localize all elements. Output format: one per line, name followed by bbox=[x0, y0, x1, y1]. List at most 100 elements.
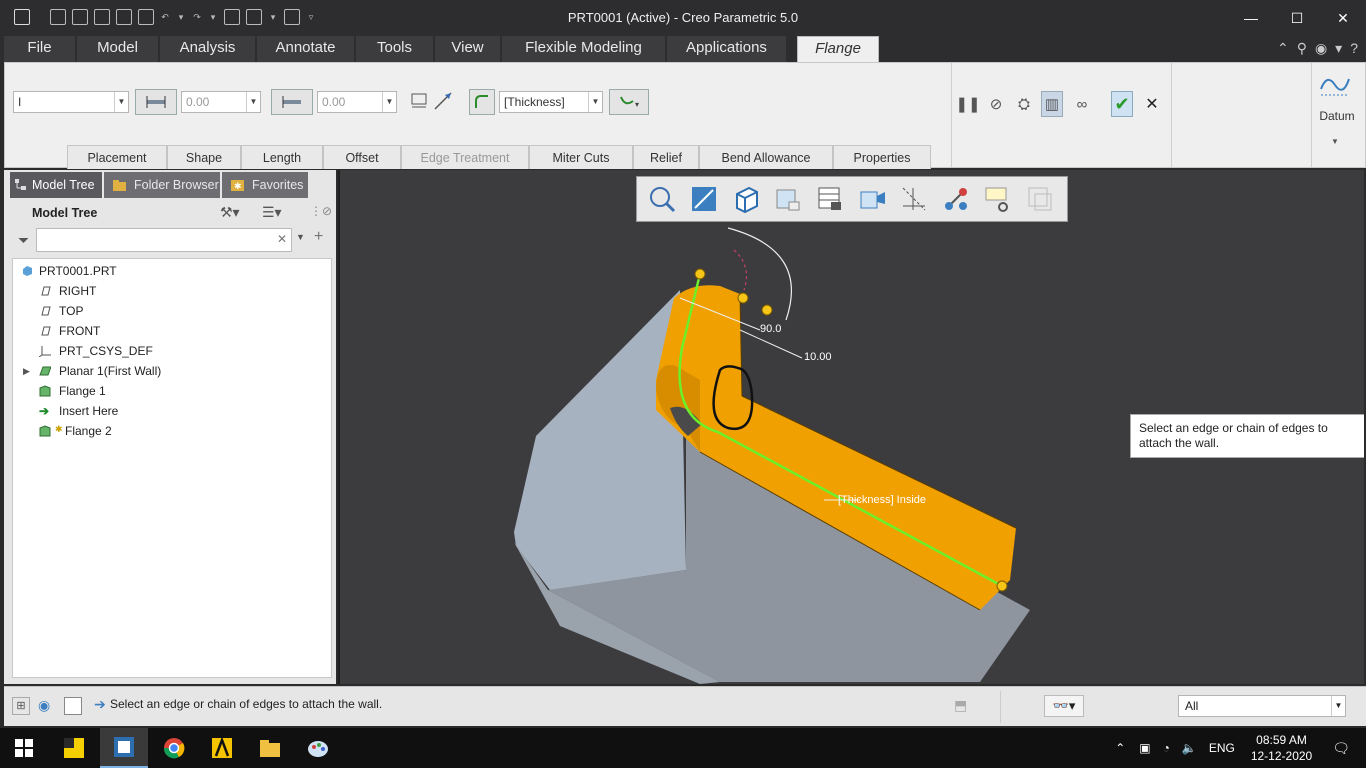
spin-center-button[interactable] bbox=[937, 180, 975, 218]
dim-angle[interactable]: 90.0 bbox=[760, 323, 781, 335]
settings-tools-icon[interactable]: ⚒▾ bbox=[220, 204, 240, 221]
notifications-icon[interactable]: 🗨 bbox=[1332, 740, 1350, 757]
filter-icon[interactable]: ⏷ bbox=[18, 232, 29, 249]
model-tree-toggle-icon[interactable]: ⊞ bbox=[12, 697, 30, 715]
ok-button[interactable]: ✔ bbox=[1111, 91, 1133, 117]
tree-item-top[interactable]: TOP bbox=[13, 301, 313, 321]
tree-search-input[interactable]: ✕ bbox=[36, 228, 292, 252]
cancel-button[interactable]: ✕ bbox=[1141, 91, 1163, 117]
subtab-shape[interactable]: Shape bbox=[167, 145, 241, 169]
clock[interactable]: 08:59 AM 12-12-2020 bbox=[1251, 732, 1312, 764]
expand-arrow-icon[interactable]: ▶ bbox=[23, 361, 30, 381]
tree-item-insert-here[interactable]: ➔ Insert Here bbox=[13, 401, 313, 421]
no-preview-button[interactable]: ⊘ bbox=[985, 91, 1007, 117]
flip-profile-icon[interactable] bbox=[409, 91, 431, 115]
shape-select[interactable]: I ▼ bbox=[13, 91, 129, 113]
display-style-button[interactable] bbox=[727, 180, 765, 218]
add-column-icon[interactable]: + bbox=[314, 228, 323, 246]
search-icon[interactable]: ⚲ bbox=[1297, 40, 1307, 57]
datum-icon[interactable] bbox=[1317, 69, 1357, 99]
attached-preview-button[interactable]: ▥ bbox=[1041, 91, 1063, 117]
language-indicator[interactable]: ENG bbox=[1209, 741, 1235, 755]
tray-overflow-icon[interactable]: ⌃ bbox=[1115, 741, 1125, 755]
browser-toggle-icon[interactable]: ◉ bbox=[38, 697, 56, 715]
length-value-1-field[interactable]: 0.00 ▼ bbox=[181, 91, 261, 113]
regen-status-icon[interactable]: ⬒ bbox=[954, 697, 967, 714]
chevron-down-icon[interactable]: ▼ bbox=[296, 232, 305, 242]
tab-flexible-modeling[interactable]: Flexible Modeling bbox=[502, 36, 666, 62]
minimize-button[interactable]: — bbox=[1228, 0, 1274, 36]
thickness-side-button[interactable] bbox=[469, 89, 495, 115]
chevron-down-icon[interactable]: ▼ bbox=[1331, 696, 1345, 716]
clear-search-icon[interactable]: ✕ bbox=[277, 232, 287, 246]
perspective-view-button[interactable] bbox=[853, 180, 891, 218]
drag-handle[interactable] bbox=[996, 580, 1008, 592]
dim-length[interactable]: 10.00 bbox=[804, 351, 832, 363]
tab-annotate[interactable]: Annotate bbox=[257, 36, 355, 62]
tab-model[interactable]: Model bbox=[77, 36, 159, 62]
length-type-2-button[interactable] bbox=[271, 89, 313, 115]
tree-item-right[interactable]: RIGHT bbox=[13, 281, 313, 301]
thickness-label[interactable]: [Thickness] Inside bbox=[838, 494, 926, 506]
length-type-button[interactable] bbox=[135, 89, 177, 115]
tray-app-icon[interactable]: ▣ bbox=[1139, 741, 1150, 755]
taskbar-paint[interactable] bbox=[294, 728, 342, 768]
zoom-in-button[interactable] bbox=[685, 180, 723, 218]
subtab-properties[interactable]: Properties bbox=[833, 145, 931, 169]
subtab-bend-allowance[interactable]: Bend Allowance bbox=[699, 145, 833, 169]
find-button[interactable]: 👓▾ bbox=[1044, 695, 1084, 717]
thickness-select[interactable]: [Thickness] ▼ bbox=[499, 91, 603, 113]
tab-flange[interactable]: Flange bbox=[797, 36, 879, 62]
selection-filter[interactable]: All ▼ bbox=[1178, 695, 1346, 717]
length-value-2-field[interactable]: 0.00 ▼ bbox=[317, 91, 397, 113]
drag-handle[interactable] bbox=[694, 268, 706, 280]
tab-analysis[interactable]: Analysis bbox=[160, 36, 256, 62]
tab-applications[interactable]: Applications bbox=[667, 36, 787, 62]
close-button[interactable]: ✕ bbox=[1320, 0, 1366, 36]
taskbar-app-a[interactable] bbox=[198, 728, 246, 768]
taskbar-file-explorer[interactable] bbox=[246, 728, 294, 768]
full-screen-icon[interactable] bbox=[64, 697, 82, 715]
tree-filter-settings-icon[interactable]: ⋮⊘ bbox=[310, 204, 332, 218]
subtab-length[interactable]: Length bbox=[241, 145, 323, 169]
chevron-down-icon[interactable]: ▼ bbox=[588, 92, 602, 112]
volume-icon[interactable]: 🔈 bbox=[1182, 741, 1197, 755]
subtab-offset[interactable]: Offset bbox=[323, 145, 401, 169]
tree-item-flange-2[interactable]: ✱ Flange 2 bbox=[13, 421, 313, 441]
saved-orientations-button[interactable] bbox=[769, 180, 807, 218]
bend-button[interactable]: ▾ bbox=[609, 89, 649, 115]
tab-view[interactable]: View bbox=[435, 36, 501, 62]
subtab-miter-cuts[interactable]: Miter Cuts bbox=[529, 145, 633, 169]
collapse-ribbon-icon[interactable]: ⌃ bbox=[1277, 40, 1289, 57]
tab-tools[interactable]: Tools bbox=[356, 36, 434, 62]
tree-item-planar[interactable]: ▶ Planar 1(First Wall) bbox=[13, 361, 313, 381]
flip-direction-icon[interactable] bbox=[433, 91, 455, 115]
taskbar-chrome[interactable] bbox=[150, 728, 198, 768]
tab-folder-browser[interactable]: Folder Browser bbox=[104, 172, 220, 198]
help-icon[interactable]: ◉ bbox=[1315, 40, 1327, 57]
verify-button[interactable]: ∞ bbox=[1071, 91, 1093, 117]
tab-model-tree[interactable]: Model Tree bbox=[10, 172, 102, 198]
chevron-down-icon[interactable]: ▼ bbox=[382, 92, 396, 112]
chevron-down-icon[interactable]: ▼ bbox=[114, 92, 128, 112]
graphics-window[interactable]: 90.0 10.00 [Thickness] Inside Select an … bbox=[338, 170, 1364, 684]
maximize-button[interactable]: ☐ bbox=[1274, 0, 1320, 36]
pause-button[interactable]: ❚❚ bbox=[955, 91, 980, 117]
taskbar-creo[interactable] bbox=[100, 728, 148, 768]
network-icon[interactable]: ◔ bbox=[1163, 741, 1170, 755]
tree-item-csys[interactable]: PRT_CSYS_DEF bbox=[13, 341, 313, 361]
refit-button[interactable] bbox=[643, 180, 681, 218]
view-manager-button[interactable] bbox=[811, 180, 849, 218]
help-question-icon[interactable]: ? bbox=[1350, 40, 1358, 57]
taskbar-sticky-notes[interactable] bbox=[50, 728, 98, 768]
chevron-down-icon[interactable]: ▼ bbox=[246, 92, 260, 112]
drag-handle[interactable] bbox=[761, 304, 773, 316]
subtab-placement[interactable]: Placement bbox=[67, 145, 167, 169]
start-button[interactable] bbox=[0, 728, 48, 768]
chevron-down-icon[interactable]: ▼ bbox=[1331, 137, 1339, 146]
tab-file[interactable]: File bbox=[4, 36, 76, 62]
tab-favorites[interactable]: ✱ Favorites bbox=[222, 172, 308, 198]
preview-button[interactable]: ⛭ bbox=[1013, 91, 1035, 117]
chevron-down-icon[interactable]: ▾ bbox=[1335, 40, 1342, 57]
drag-handle[interactable] bbox=[737, 292, 749, 304]
